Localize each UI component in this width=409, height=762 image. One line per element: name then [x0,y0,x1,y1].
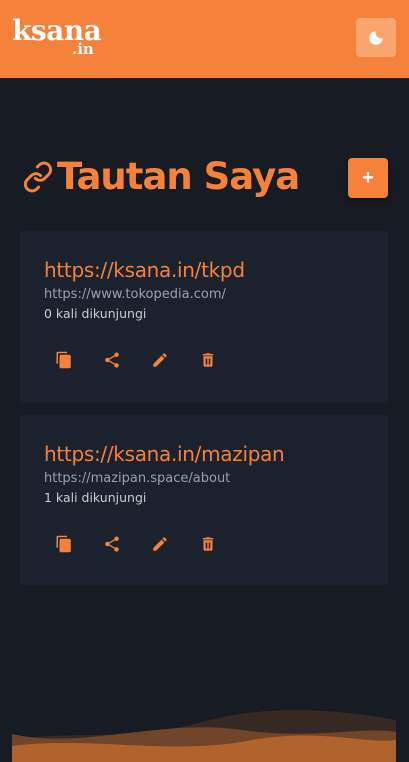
delete-button[interactable] [196,532,220,556]
link-card: https://ksana.in/mazipan https://mazipan… [20,415,388,585]
copy-icon [56,535,71,553]
visit-count: 0 kali dikunjungi [44,306,147,321]
logo-sub-text: .in [72,40,94,58]
page: ksana .in Tautan Saya + https://ksana.in… [0,0,409,762]
logo[interactable]: ksana .in [12,16,102,58]
page-title-row: Tautan Saya [22,155,300,199]
copy-icon [56,351,71,369]
delete-icon [202,353,214,367]
add-link-button[interactable]: + [348,158,388,198]
theme-toggle-button[interactable] [356,18,396,57]
original-url: https://www.tokopedia.com/ [44,287,226,302]
share-button[interactable] [100,532,124,556]
share-icon [105,352,119,368]
edit-button[interactable] [148,348,172,372]
edit-button[interactable] [148,532,172,556]
copy-button[interactable] [52,532,76,556]
link-card: https://ksana.in/tkpd https://www.tokope… [20,231,388,403]
share-icon [105,536,119,552]
short-url-link[interactable]: https://ksana.in/tkpd [44,258,245,282]
link-icon [23,161,53,193]
share-button[interactable] [100,348,124,372]
edit-icon [153,353,167,367]
original-url: https://mazipan.space/about [44,471,231,486]
link-actions [52,348,244,372]
delete-button[interactable] [196,348,220,372]
app-header: ksana .in [0,0,409,78]
short-url-link[interactable]: https://ksana.in/mazipan [44,442,285,466]
visit-count: 1 kali dikunjungi [44,490,147,505]
moon-icon [369,30,383,45]
footer-wave-decoration [12,710,396,762]
edit-icon [153,537,167,551]
page-title: Tautan Saya [57,155,300,198]
delete-icon [202,537,214,551]
copy-button[interactable] [52,348,76,372]
link-actions [52,532,244,556]
